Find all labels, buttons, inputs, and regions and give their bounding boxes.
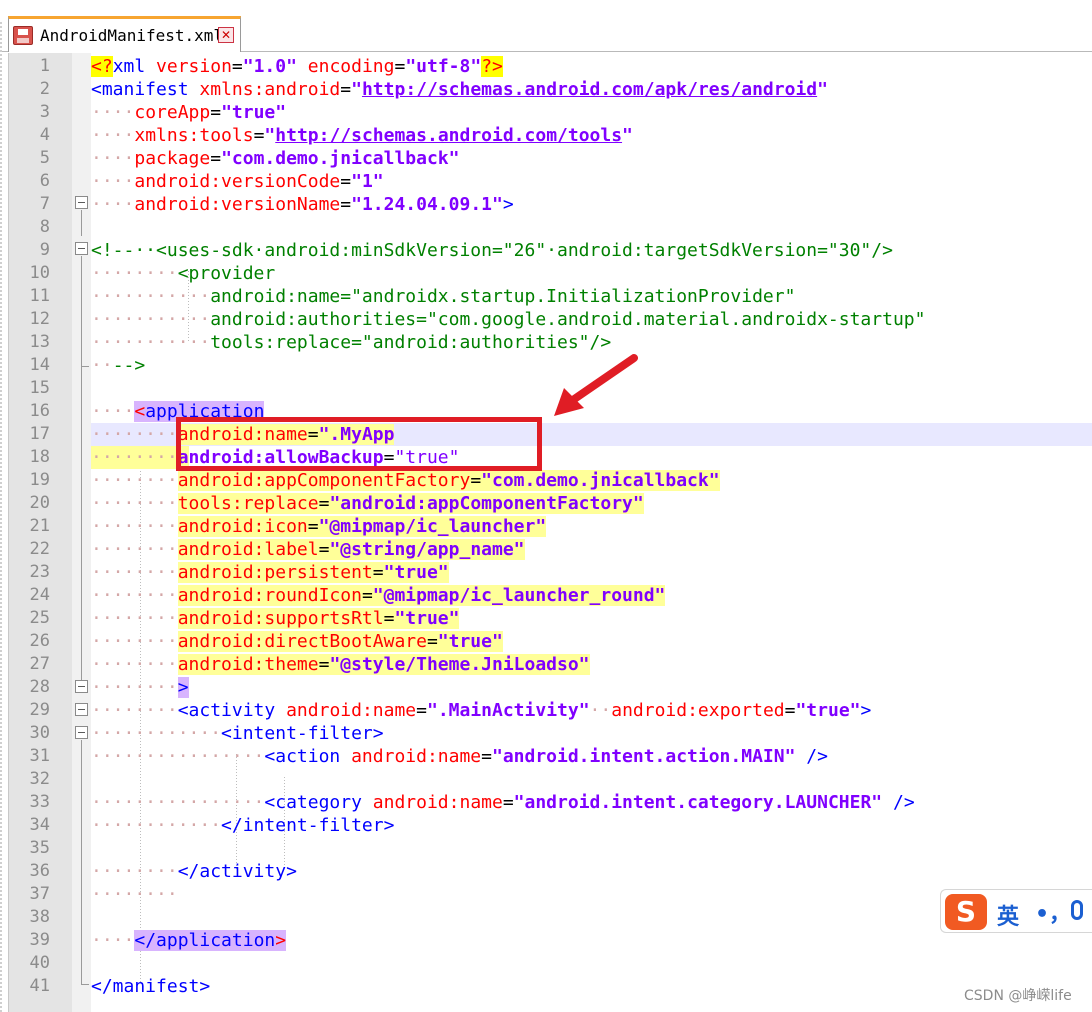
code-line-41: </manifest> [91, 976, 211, 997]
ime-language-toggle[interactable]: 英 [997, 899, 1019, 931]
line-number: 3 [39, 102, 50, 122]
code-line-7: ····android:versionName="1.24.04.09.1"> [91, 194, 514, 215]
fold-line [81, 740, 82, 984]
sogou-logo-icon: S [945, 894, 987, 930]
tab-strip: AndroidManifest.xml ✕ [0, 0, 1092, 52]
line-number: 9 [39, 240, 50, 260]
line-number: 34 [29, 815, 50, 835]
fold-line [81, 210, 82, 236]
window-edge [0, 22, 4, 1012]
fold-line [81, 366, 82, 680]
line-number: 8 [39, 217, 50, 237]
fold-toggle-icon[interactable] [75, 196, 88, 209]
line-number: 19 [29, 470, 50, 490]
line-number: 40 [29, 953, 50, 973]
code-line-12: ···········android:authorities="com.goog… [91, 309, 926, 330]
line-number: 17 [29, 424, 50, 444]
code-line-23: ········android:persistent="true" [91, 562, 449, 583]
code-line-26: ········android:directBootAware="true" [91, 631, 503, 652]
code-line-30: ············<intent-filter> [91, 723, 384, 744]
code-line-17: ········android:name=".MyApp [91, 423, 1092, 446]
line-number: 12 [29, 309, 50, 329]
line-number: 41 [29, 976, 50, 996]
code-line-6: ····android:versionCode="1" [91, 171, 384, 192]
line-number: 16 [29, 401, 50, 421]
code-line-34: ············</intent-filter> [91, 815, 395, 836]
code-line-4: ····xmlns:tools="http://schemas.android.… [91, 125, 633, 146]
line-number: 39 [29, 930, 50, 950]
line-number: 37 [29, 884, 50, 904]
code-line-33: ················<category android:name="… [91, 792, 915, 813]
line-number: 30 [29, 723, 50, 743]
fold-line [81, 256, 82, 366]
fold-end [81, 366, 89, 367]
line-number: 21 [29, 516, 50, 536]
ime-punctuation-toggle[interactable]: •， [1035, 896, 1071, 928]
code-editor[interactable]: <?xml version="1.0" encoding="utf-8"?> <… [91, 53, 1092, 1012]
watermark: CSDN @峥嵘life [964, 988, 1072, 1004]
line-number: 24 [29, 585, 50, 605]
code-line-5: ····package="com.demo.jnicallback" [91, 148, 460, 169]
line-number: 15 [29, 378, 50, 398]
code-line-31: ················<action android:name="an… [91, 746, 828, 767]
line-number: 2 [39, 79, 50, 99]
line-number: 31 [29, 746, 50, 766]
line-number: 33 [29, 792, 50, 812]
save-file-icon [13, 26, 33, 45]
code-line-36: ········</activity> [91, 861, 297, 882]
fold-toggle-icon[interactable] [75, 680, 88, 693]
line-number: 18 [29, 447, 50, 467]
microphone-icon[interactable] [1071, 900, 1083, 920]
line-number: 28 [29, 677, 50, 697]
line-number: 36 [29, 861, 50, 881]
ime-toolbar[interactable]: S 英 •， [940, 889, 1092, 933]
line-number: 38 [29, 907, 50, 927]
close-tab-icon[interactable]: ✕ [218, 27, 234, 43]
code-line-22: ········android:label="@string/app_name" [91, 539, 525, 560]
code-line-24: ········android:roundIcon="@mipmap/ic_la… [91, 585, 666, 606]
line-number: 14 [29, 355, 50, 375]
code-line-39: ····</application> [91, 930, 287, 951]
code-line-11: ···········android:name="androidx.startu… [91, 286, 796, 307]
tab-androidmanifest[interactable]: AndroidManifest.xml ✕ [8, 16, 241, 52]
line-number: 6 [39, 171, 50, 191]
line-number: 13 [29, 332, 50, 352]
code-line-18: ········android:allowBackup="true" [91, 446, 1092, 469]
line-number: 32 [29, 769, 50, 789]
fold-toggle-icon[interactable] [75, 242, 88, 255]
code-line-28: ········> [91, 677, 189, 698]
line-number: 20 [29, 493, 50, 513]
line-number: 10 [29, 263, 50, 283]
line-number: 22 [29, 539, 50, 559]
line-number: 27 [29, 654, 50, 674]
line-number: 29 [29, 700, 50, 720]
line-number: 5 [39, 148, 50, 168]
code-line-14: ··--> [91, 355, 146, 376]
line-number: 26 [29, 631, 50, 651]
fold-toggle-icon[interactable] [75, 703, 88, 716]
code-line-21: ········android:icon="@mipmap/ic_launche… [91, 516, 547, 537]
code-line-19: ········android:appComponentFactory="com… [91, 470, 720, 491]
code-line-25: ········android:supportsRtl="true" [91, 608, 460, 629]
code-line-20: ········tools:replace="android:appCompon… [91, 493, 644, 514]
line-number: 23 [29, 562, 50, 582]
code-line-13: ···········tools:replace="android:author… [91, 332, 612, 353]
code-line-1: <?xml version="1.0" encoding="utf-8"?> [91, 56, 503, 77]
tab-title: AndroidManifest.xml [40, 26, 224, 45]
code-line-27: ········android:theme="@style/Theme.JniL… [91, 654, 590, 675]
line-number: 25 [29, 608, 50, 628]
code-line-3: ····coreApp="true" [91, 102, 287, 123]
code-line-2: <manifest xmlns:android="http://schemas.… [91, 79, 828, 100]
code-line-29: ········<activity android:name=".MainAct… [91, 700, 872, 721]
line-number: 1 [39, 56, 50, 76]
line-number: 11 [29, 286, 50, 306]
line-number: 35 [29, 838, 50, 858]
code-line-16: ····<application [91, 401, 265, 422]
code-line-10: ········<provider [91, 263, 276, 284]
fold-toggle-icon[interactable] [75, 726, 88, 739]
fold-end [81, 984, 89, 985]
code-line-9: <!--··<uses-sdk·android:minSdkVersion="2… [91, 240, 893, 261]
line-number: 7 [39, 194, 50, 214]
line-number: 4 [39, 125, 50, 145]
